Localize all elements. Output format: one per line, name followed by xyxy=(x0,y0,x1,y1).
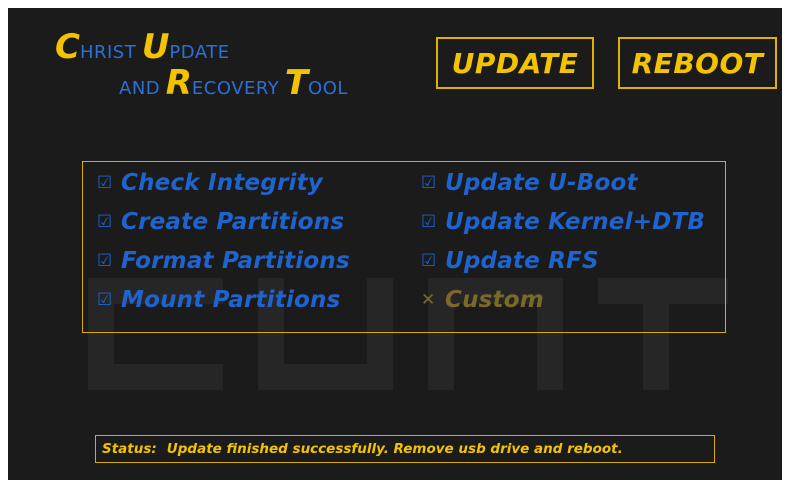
checked-icon: ☑ xyxy=(421,173,437,193)
reboot-button[interactable]: REBOOT xyxy=(618,37,777,89)
step-create-partitions: ☑ Create Partitions xyxy=(97,209,344,235)
step-label: Update U-Boot xyxy=(445,170,638,196)
title-word: ECOVERY xyxy=(191,78,280,99)
title-cap: R xyxy=(165,63,192,103)
app-window: CHRIST UPDATE AND RECOVERY TOOL UPDATE R… xyxy=(8,8,782,480)
checked-icon: ☑ xyxy=(421,251,437,271)
cross-icon: ✕ xyxy=(421,290,436,310)
step-custom: ✕ Custom xyxy=(421,287,544,313)
status-message: Update finished successfully. Remove usb… xyxy=(166,441,623,457)
checked-icon: ☑ xyxy=(97,212,113,232)
checked-icon: ☑ xyxy=(97,251,113,271)
step-format-partitions: ☑ Format Partitions xyxy=(97,248,350,274)
step-mount-partitions: ☑ Mount Partitions xyxy=(97,287,341,313)
title-word: HRIST xyxy=(79,42,137,63)
title-line-2: AND RECOVERY TOOL xyxy=(119,66,348,100)
step-label: Mount Partitions xyxy=(121,287,341,313)
step-check-integrity: ☑ Check Integrity xyxy=(97,170,323,196)
step-label: Update RFS xyxy=(445,248,599,274)
step-label: Create Partitions xyxy=(121,209,345,235)
title-cap: T xyxy=(284,63,309,103)
title-cap: C xyxy=(55,27,80,67)
title-word: OOL xyxy=(308,78,348,99)
step-update-rfs: ☑ Update RFS xyxy=(421,248,599,274)
step-label: Format Partitions xyxy=(121,248,350,274)
step-label: Check Integrity xyxy=(121,170,323,196)
app-title: CHRIST UPDATE AND RECOVERY TOOL xyxy=(55,30,348,100)
title-line-1: CHRIST UPDATE xyxy=(55,30,348,64)
title-word: PDATE xyxy=(169,42,230,63)
checked-icon: ☑ xyxy=(97,173,113,193)
checked-icon: ☑ xyxy=(97,290,113,310)
title-word: AND xyxy=(119,78,161,99)
status-bar: Status: Update finished successfully. Re… xyxy=(95,435,715,463)
steps-panel: ☑ Check Integrity ☑ Create Partitions ☑ … xyxy=(82,161,726,333)
step-label: Update Kernel+DTB xyxy=(445,209,706,235)
checked-icon: ☑ xyxy=(421,212,437,232)
step-label: Custom xyxy=(445,287,544,313)
update-button[interactable]: UPDATE xyxy=(436,37,594,89)
title-cap: U xyxy=(141,27,170,67)
status-key: Status: xyxy=(102,441,157,457)
step-update-kernel-dtb: ☑ Update Kernel+DTB xyxy=(421,209,705,235)
step-update-uboot: ☑ Update U-Boot xyxy=(421,170,638,196)
